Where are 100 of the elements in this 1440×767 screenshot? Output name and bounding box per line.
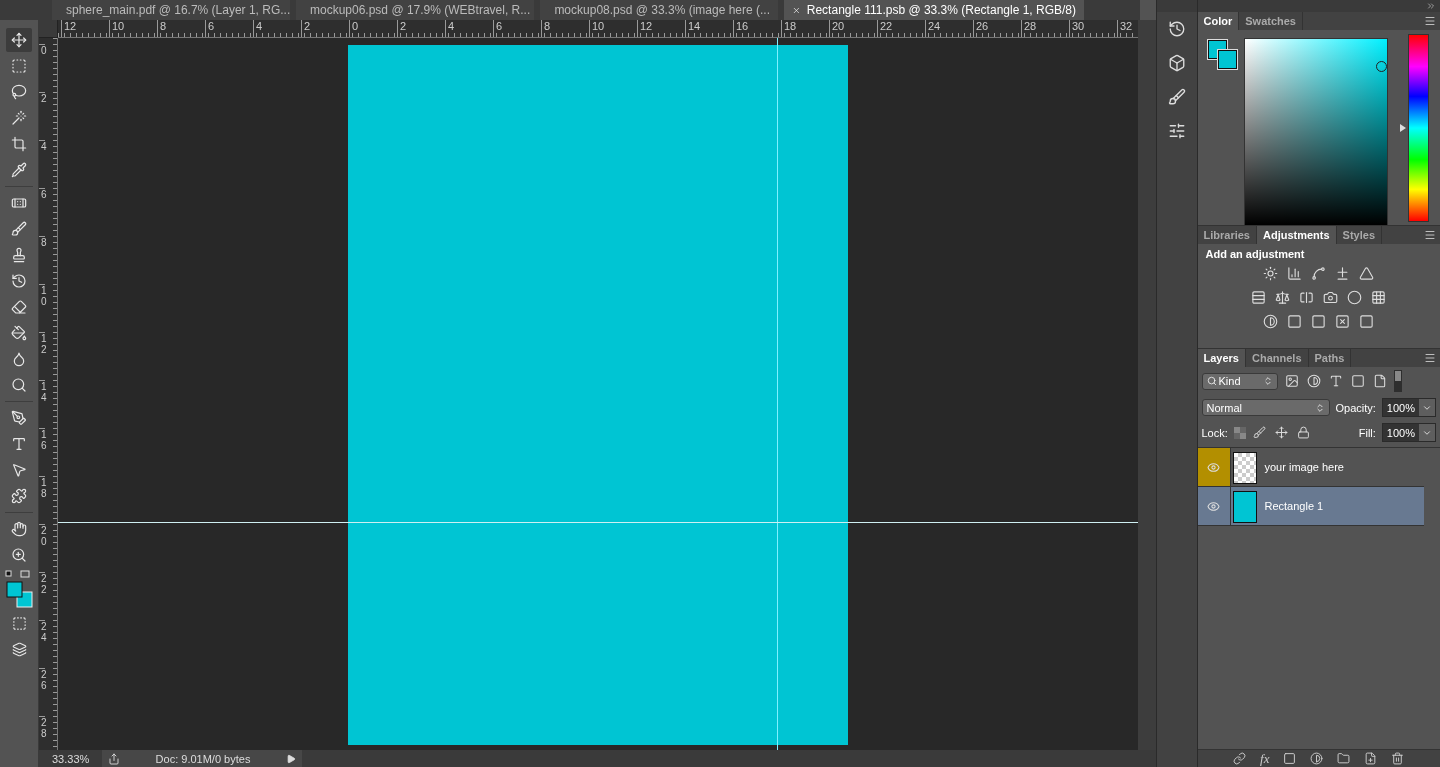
pen-icon (11, 410, 27, 426)
history-icon (1167, 20, 1186, 38)
ruler-label: 10 (109, 20, 157, 37)
shape-icon (11, 488, 27, 504)
selective-color-icon (1335, 313, 1351, 329)
color-field[interactable] (1243, 38, 1388, 226)
ruler-label: 2 (397, 20, 445, 37)
export-icon (108, 752, 120, 765)
panel-tab[interactable]: Adjustments (1256, 226, 1337, 244)
panel-tab[interactable]: Layers (1197, 349, 1246, 367)
search-icon (1206, 376, 1217, 386)
ruler-label: 24 (925, 20, 973, 37)
adjustment-button[interactable] (1285, 264, 1304, 282)
lock-label: Lock: (1201, 426, 1228, 439)
background-swatch[interactable] (1217, 50, 1237, 69)
filter-toggle[interactable] (1393, 370, 1402, 392)
ruler-label: 10 (39, 284, 45, 332)
camera-icon (1323, 289, 1339, 305)
ruler-label: 0 (39, 44, 45, 92)
new-layer-icon (1364, 752, 1378, 765)
menu-icon (1424, 229, 1436, 241)
doc-size: Doc: 9.01M/0 bytes (155, 752, 251, 765)
color-swatches-icon[interactable] (4, 569, 34, 609)
adjustment-filter-icon (1306, 374, 1321, 388)
ruler-label: 12 (61, 20, 109, 37)
layer-name: Rectangle 1 (1264, 500, 1324, 512)
ruler-label: 22 (39, 572, 45, 620)
ruler-label: 12 (637, 20, 685, 37)
tool-button[interactable] (6, 28, 32, 52)
eye-icon[interactable] (1207, 499, 1220, 513)
adjustment-button[interactable] (1261, 264, 1280, 282)
ruler-label: 6 (39, 188, 45, 236)
opacity-field[interactable]: 100% (1381, 398, 1436, 417)
document-tab[interactable]: mockup06.psd @ 17.9% (WEBtravel, R... (296, 0, 534, 20)
adjustment-button[interactable] (1309, 264, 1328, 282)
adjustment-button[interactable] (1357, 264, 1376, 282)
menu-icon (1424, 352, 1436, 364)
smart-object-filter-icon (1372, 374, 1387, 388)
ruler-label: 6 (205, 20, 253, 37)
ruler-label: 4 (253, 20, 301, 37)
adjustment-icon (1310, 752, 1324, 765)
ruler-label: 20 (829, 20, 877, 37)
filter-dropdown[interactable]: Kind (1201, 372, 1278, 390)
cube-icon (1167, 54, 1186, 72)
ruler-label: 24 (39, 620, 45, 668)
adjustment-button[interactable] (1369, 288, 1388, 306)
droplet-icon (11, 351, 27, 367)
layer-row[interactable]: Rectangle 1 (1197, 487, 1424, 526)
hand-icon (11, 521, 27, 537)
pointer-icon (11, 462, 27, 478)
folder-icon (1337, 752, 1351, 765)
trash-icon (1391, 752, 1405, 765)
hue-pointer[interactable] (1399, 123, 1406, 132)
zoom-icon (11, 547, 27, 563)
ruler-label: 6 (493, 20, 541, 37)
type-icon (11, 436, 27, 452)
grid-icon (1371, 289, 1387, 305)
link-icon (1233, 752, 1247, 765)
curves-icon (1311, 265, 1327, 281)
crop-icon (11, 136, 27, 152)
doc-info-bar[interactable]: Doc: 9.01M/0 bytes (102, 750, 302, 767)
panel-tab[interactable]: Color (1197, 12, 1240, 30)
ruler-label: 26 (973, 20, 1021, 37)
ruler-label: 18 (39, 476, 45, 524)
layer-thumbnail (1232, 452, 1257, 484)
stamp-icon (11, 247, 27, 263)
document-tab[interactable]: mockup08.psd @ 33.3% (image here (... (540, 0, 778, 20)
ruler-label: 10 (589, 20, 637, 37)
menu-icon (1424, 15, 1436, 27)
fill-label: Fill: (1358, 426, 1376, 439)
ruler-label: 14 (685, 20, 733, 37)
layer-row[interactable]: your image here (1197, 448, 1424, 487)
adjustment-button[interactable] (1273, 288, 1292, 306)
brush-icon (11, 221, 27, 237)
ruler-label: 20 (39, 524, 45, 572)
scales-icon (1275, 289, 1291, 305)
ruler-label: 16 (733, 20, 781, 37)
layer-thumbnail (1232, 491, 1257, 523)
blend-mode-dropdown[interactable]: Normal (1201, 399, 1330, 416)
history-brush-icon (11, 273, 27, 289)
bandage-icon (11, 195, 27, 211)
ruler-label: 2 (39, 92, 45, 140)
magic-wand-icon (11, 110, 27, 126)
eraser-icon (11, 299, 27, 315)
lock-move-icon (1275, 426, 1289, 439)
shape-filter-icon (1350, 374, 1365, 388)
zoom-level[interactable]: 33.33% (39, 752, 102, 765)
ruler-label: 22 (877, 20, 925, 37)
lock-brush-icon (1253, 426, 1267, 439)
adjustment-button[interactable] (1333, 312, 1352, 330)
layer-name: your image here (1264, 461, 1344, 473)
fill-field[interactable]: 100% (1381, 423, 1436, 442)
ruler-label: 18 (781, 20, 829, 37)
document-tab[interactable]: sphere_main.pdf @ 16.7% (Layer 1, RG... (52, 0, 290, 20)
play-icon (286, 753, 296, 764)
sliders-icon (1167, 122, 1186, 140)
document-tab[interactable]: Rectangle 111.psb @ 33.3% (Rectangle 1, RGB/8) (784, 0, 1084, 20)
paint-bucket-icon (11, 325, 27, 341)
fx-button[interactable]: fx (1260, 750, 1270, 767)
marquee-icon (11, 58, 27, 74)
